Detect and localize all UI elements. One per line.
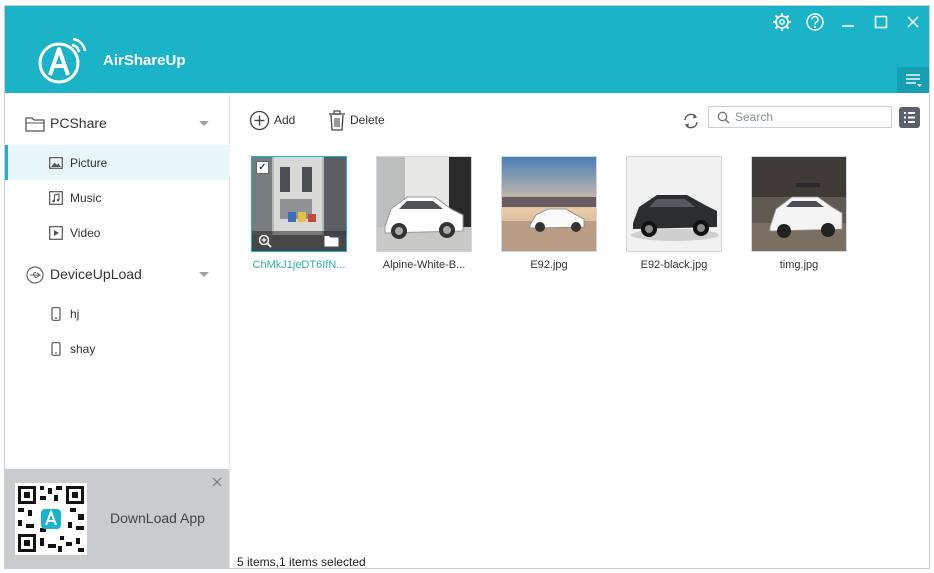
sidebar-item-label: Video — [70, 226, 101, 240]
sidebar-item-video[interactable]: Video — [5, 215, 230, 250]
file-thumbnail[interactable]: ✓ ChMkJ1jeDT6IfN... — [251, 156, 347, 278]
refresh-icon[interactable] — [681, 111, 701, 131]
close-icon[interactable] — [901, 11, 925, 33]
file-thumbnail[interactable]: timg.jpg — [751, 156, 847, 278]
usb-icon — [26, 266, 44, 284]
music-icon — [49, 191, 63, 205]
search-icon — [717, 111, 730, 124]
sidebar-item-label: Picture — [70, 156, 108, 170]
file-name: timg.jpg — [779, 259, 819, 271]
file-thumbnail[interactable]: E92.jpg — [501, 156, 597, 278]
select-checkbox[interactable]: ✓ — [256, 161, 269, 174]
thumbnail-action-bar — [252, 231, 346, 251]
download-app-label[interactable]: DownLoad App — [110, 510, 205, 526]
sidebar: PCShare Picture Music Video DeviceUpLoad… — [5, 93, 230, 568]
plus-circle-icon — [249, 110, 270, 130]
sidebar-item-music[interactable]: Music — [5, 180, 230, 215]
search-input[interactable] — [735, 109, 885, 125]
thumbnail-image: ✓ — [251, 156, 347, 252]
file-thumbnail[interactable]: E92-black.jpg — [626, 156, 722, 278]
sidebar-item-device-shay[interactable]: shay — [5, 331, 230, 366]
car-photo-icon — [627, 157, 721, 251]
thumbnail-image — [626, 156, 722, 252]
file-thumbnail[interactable]: Alpine-White-B... — [376, 156, 472, 278]
car-photo-icon — [377, 157, 471, 251]
status-text: 5 items,1 items selected — [237, 555, 366, 569]
airshareup-logo-icon — [38, 37, 87, 84]
video-icon — [49, 226, 63, 240]
delete-button-label: Delete — [350, 113, 385, 127]
sidebar-group-label: DeviceUpLoad — [50, 266, 142, 282]
title-bar: AirShareUp — [5, 6, 929, 93]
delete-button[interactable]: Delete — [328, 109, 385, 131]
folder-icon — [25, 117, 45, 132]
sidebar-item-device-hj[interactable]: hj — [5, 296, 230, 331]
picture-icon — [49, 157, 63, 169]
car-photo-icon — [752, 157, 846, 251]
file-name: ChMkJ1jeDT6IfN... — [252, 259, 346, 271]
trash-icon — [329, 109, 345, 131]
qr-code-icon[interactable] — [15, 483, 87, 555]
file-name: E92-black.jpg — [640, 259, 708, 271]
file-name: E92.jpg — [530, 259, 568, 271]
sidebar-group-label: PCShare — [50, 115, 107, 131]
chevron-down-icon[interactable] — [199, 272, 209, 277]
search-box — [708, 106, 892, 128]
sidebar-group-pcshare[interactable]: PCShare — [5, 103, 230, 143]
add-button-label: Add — [274, 113, 296, 127]
thumbnail-image — [751, 156, 847, 252]
help-icon[interactable] — [803, 11, 827, 33]
maximize-icon[interactable] — [869, 11, 893, 33]
content-area: Add Delete Search ✓ ChMkJ1jeDT6IfN... Al… — [231, 93, 929, 569]
sidebar-item-label: shay — [70, 342, 96, 356]
phone-icon — [51, 342, 61, 356]
app-window: AirShareUp PCShare Picture Music Video D… — [4, 5, 930, 569]
chevron-down-icon[interactable] — [199, 121, 209, 126]
thumbnail-image — [501, 156, 597, 252]
app-title: AirShareUp — [103, 52, 186, 69]
add-button[interactable]: Add — [249, 109, 295, 131]
zoom-in-icon[interactable] — [258, 234, 272, 248]
minimize-icon[interactable] — [836, 11, 860, 33]
menu-toggle-icon[interactable] — [897, 67, 929, 93]
file-name: Alpine-White-B... — [382, 259, 466, 271]
sidebar-item-label: hj — [70, 307, 80, 321]
sidebar-group-deviceupload[interactable]: DeviceUpLoad — [5, 254, 230, 294]
car-photo-icon — [502, 157, 596, 251]
phone-icon — [51, 307, 61, 321]
sidebar-item-label: Music — [70, 191, 102, 205]
gear-icon[interactable] — [770, 11, 794, 33]
open-folder-icon[interactable] — [324, 235, 339, 247]
close-icon[interactable] — [211, 476, 223, 488]
download-app-panel: DownLoad App — [5, 469, 229, 568]
thumbnail-image — [376, 156, 472, 252]
list-view-icon[interactable] — [899, 107, 920, 128]
sidebar-item-picture[interactable]: Picture — [5, 145, 230, 180]
